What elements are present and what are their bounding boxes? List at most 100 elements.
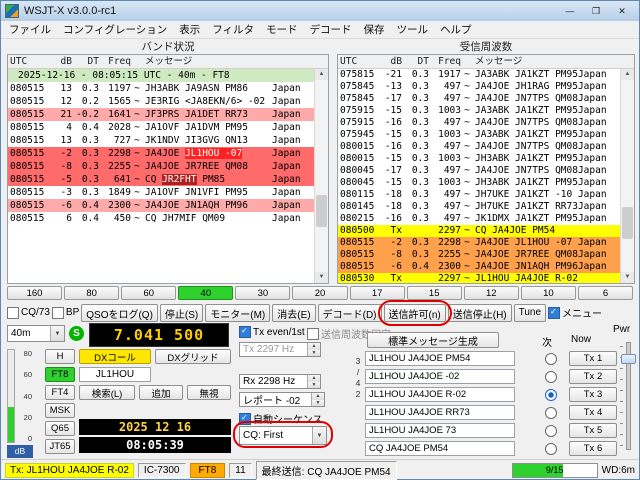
decode-button[interactable]: デコード(D)	[317, 303, 382, 322]
tx-message-field-1[interactable]: JL1HOU JA4JOE PM54	[365, 351, 515, 366]
decode-row[interactable]: 075845 -13 0.3 497 ~ JA4JOE JH1RAG PM95 Japan	[338, 81, 620, 93]
stop-button[interactable]: 停止(S)	[159, 303, 204, 322]
menu-item-5[interactable]: デコード	[304, 21, 358, 38]
menus-checkbox-box[interactable]	[548, 306, 561, 319]
cq-first-combo[interactable]: CQ: First ▼	[239, 426, 327, 445]
band-button-20[interactable]: 20	[292, 286, 348, 300]
menu-item-0[interactable]: ファイル	[3, 21, 57, 38]
decode-row[interactable]: 080515 13 0.3 1197 ~ JH3ABK JA9ASN PM86 Japan	[8, 82, 314, 95]
band-button-160[interactable]: 160	[7, 286, 63, 300]
decode-row[interactable]: 075945 -15 0.3 1003 ~ JA3ABK JA1KZT PM95 Japan	[338, 129, 620, 141]
pwr-slider-handle[interactable]	[621, 354, 636, 364]
halt-tx-button[interactable]: 送信停止(H)	[447, 303, 512, 322]
tx-now-button-1[interactable]: Tx 1	[569, 351, 617, 366]
gen-messages-button[interactable]: 標準メッセージ生成	[367, 332, 499, 348]
ignore-button[interactable]: 無視	[187, 385, 231, 400]
decode-row[interactable]: 080015 -15 0.3 1003 ~ JH3ABK JA1KZT PM95 Japan	[338, 153, 620, 165]
tx-now-button-2[interactable]: Tx 2	[569, 369, 617, 384]
tx-offset-spinner[interactable]: Tx 2297 Hz ▲ ▼	[239, 342, 321, 357]
cq73-checkbox[interactable]: CQ/73	[7, 306, 50, 319]
band-button-80[interactable]: 80	[64, 286, 120, 300]
menu-item-8[interactable]: ヘルプ	[434, 21, 478, 38]
decode-row[interactable]: 075915 -15 0.3 1003 ~ JA3ABK JA1KZT PM95 Japan	[338, 105, 620, 117]
tx-now-button-3[interactable]: Tx 3	[569, 387, 617, 402]
menu-item-1[interactable]: コンフィグレーション	[57, 21, 173, 38]
dx-call-field[interactable]: JL1HOU	[79, 367, 151, 382]
scroll-up-icon[interactable]: ▲	[620, 69, 634, 80]
tx-now-button-4[interactable]: Tx 4	[569, 405, 617, 420]
band-activity-scrollbar[interactable]: ▲ ▼	[314, 69, 328, 283]
log-qso-button[interactable]: QSOをログ(Q)	[81, 303, 158, 322]
decode-row[interactable]: 080515 -5 0.3 641 ~ CQ JR2FHT PM85 Japan	[8, 173, 314, 186]
decode-row[interactable]: 080515 -2 0.3 2298 ~ JA4JOE JL1HOU -07 Japan	[8, 147, 314, 160]
spinner-arrows-icon[interactable]: ▲ ▼	[307, 375, 320, 388]
enable-tx-button[interactable]: 送信許可(n)	[383, 303, 446, 322]
rx-offset-spinner[interactable]: Rx 2298 Hz ▲ ▼	[239, 374, 321, 389]
erase-button[interactable]: 消去(E)	[272, 303, 316, 322]
tune-button[interactable]: Tune	[513, 303, 547, 322]
decode-row[interactable]: 080515 -6 0.4 2300 ~ JA4JOE JN1AQH PM96 Japan	[338, 261, 620, 273]
mode-button-q65[interactable]: Q65	[45, 421, 75, 436]
mode-button-h[interactable]: H	[45, 349, 75, 364]
hold-freq-checkbox-box[interactable]	[307, 327, 319, 340]
monitor-button[interactable]: モニター(M)	[205, 303, 271, 322]
band-button-30[interactable]: 30	[235, 286, 291, 300]
menu-item-4[interactable]: モード	[260, 21, 304, 38]
add-button[interactable]: 追加	[139, 385, 183, 400]
tx-now-button-6[interactable]: Tx 6	[569, 441, 617, 456]
tx-next-radio-2[interactable]	[545, 370, 557, 383]
decode-row[interactable]: 075915 -16 0.3 497 ~ JA4JOE JN7TPS QM08 Japan	[338, 117, 620, 129]
mode-button-ft8[interactable]: FT8	[45, 367, 75, 382]
decode-row[interactable]: 080215 -16 0.3 497 ~ JK1DMX JA1KZT PM95 Japan	[338, 213, 620, 225]
chevron-down-icon[interactable]: ▼	[312, 427, 326, 444]
band-button-15[interactable]: 15	[406, 286, 462, 300]
rx-frequency-scrollbar[interactable]: ▲ ▼	[619, 69, 634, 283]
tx-even-checkbox-box[interactable]	[239, 326, 251, 338]
scroll-down-icon[interactable]: ▼	[620, 272, 634, 283]
scroll-thumb[interactable]	[316, 195, 327, 228]
decode-row[interactable]: 075815 -21 0.3 1917 ~ JA3ABK JA1KZT PM95 Japan	[338, 69, 620, 81]
mode-button-jt65[interactable]: JT65	[45, 439, 75, 454]
tx-message-field-5[interactable]: JL1HOU JA4JOE 73	[365, 423, 515, 438]
scroll-up-icon[interactable]: ▲	[315, 69, 328, 80]
menus-checkbox[interactable]: メニュー	[548, 305, 602, 320]
tx-next-radio-4[interactable]	[545, 406, 557, 419]
cq73-checkbox-box[interactable]	[7, 306, 19, 319]
decode-row[interactable]: 080045 -17 0.3 497 ~ JA4JOE JN7TPS QM08 Japan	[338, 165, 620, 177]
menu-item-6[interactable]: 保存	[358, 21, 391, 38]
decode-row[interactable]: 080515 -2 0.3 2298 ~ JA4JOE JL1HOU -07 Japan	[338, 237, 620, 249]
tx-even-checkbox[interactable]: Tx even/1st	[239, 326, 305, 338]
decode-row[interactable]: 080515 -8 0.3 2255 ~ JA4JOE JR7REE QM08 Japan	[8, 160, 314, 173]
decode-row[interactable]: 080515 6 0.4 450 ~ CQ JH7MIF QM09 Japan	[8, 212, 314, 225]
tx-message-field-2[interactable]: JL1HOU JA4JOE -02	[365, 369, 515, 384]
message-tab-strip[interactable]: 3/42	[351, 328, 363, 428]
band-button-12[interactable]: 12	[463, 286, 519, 300]
band-button-40[interactable]: 40	[178, 286, 234, 300]
search-button[interactable]: 検索(L)	[79, 385, 135, 400]
menu-item-3[interactable]: フィルタ	[206, 21, 260, 38]
band-combo[interactable]: 40m ▼	[7, 325, 65, 342]
decode-row[interactable]: 080515 -3 0.3 1849 ~ JA1OVF JN1VFI PM95 Japan	[8, 186, 314, 199]
close-button[interactable]: ✕	[609, 3, 635, 19]
mode-button-ft4[interactable]: FT4	[45, 385, 75, 400]
band-button-17[interactable]: 17	[349, 286, 405, 300]
decode-row[interactable]: 080515 21 -0.2 1641 ~ JF3PRS JA1DET RR73 Japan	[8, 108, 314, 121]
mode-button-msk[interactable]: MSK	[45, 403, 75, 418]
menu-item-7[interactable]: ツール	[391, 21, 435, 38]
minimize-button[interactable]: —	[557, 3, 583, 19]
bp-checkbox[interactable]: BP	[51, 306, 79, 319]
dx-call-button[interactable]: DXコール	[79, 349, 151, 364]
bp-checkbox-box[interactable]	[51, 306, 64, 319]
decode-row[interactable]: 080515 12 0.2 1565 ~ JE3RIG <JA8EKN/6> -02 Jap…	[8, 95, 314, 108]
decode-row[interactable]: 080515 13 0.3 727 ~ JK1NDV JI3GVG QN13 Japan	[8, 134, 314, 147]
tx-next-radio-5[interactable]	[545, 424, 557, 437]
decode-row[interactable]: 080500 Tx 2297 ~ CQ JA4JOE PM54	[338, 225, 620, 237]
decode-row[interactable]: 080145 -18 0.3 497 ~ JH7UKE JA1KZT RR73 Japan	[338, 201, 620, 213]
band-button-60[interactable]: 60	[121, 286, 177, 300]
report-spinner[interactable]: レポート -02 ▲ ▼	[239, 392, 325, 407]
spinner-arrows-icon[interactable]: ▲ ▼	[307, 343, 320, 356]
decode-row[interactable]: 080530 Tx 2297 ~ JL1HOU JA4JOE R-02	[338, 273, 620, 283]
decode-row[interactable]: 080515 -8 0.3 2255 ~ JA4JOE JR7REE QM08 Japan	[338, 249, 620, 261]
decode-row[interactable]: 080515 -6 0.4 2300 ~ JA4JOE JN1AQH PM96 Japan	[8, 199, 314, 212]
auto-seq-checkbox[interactable]: 自動シーケンス	[239, 411, 323, 426]
